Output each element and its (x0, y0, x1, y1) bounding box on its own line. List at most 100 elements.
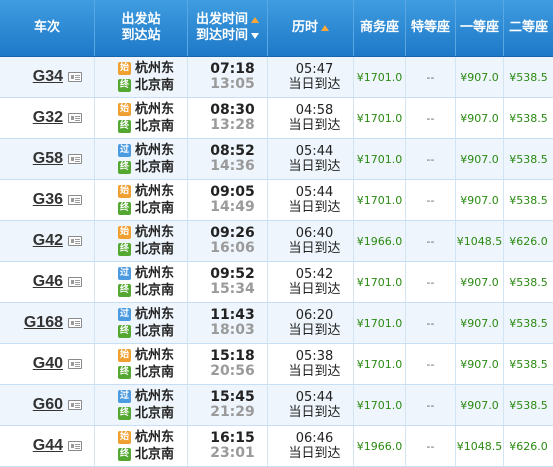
col-train-number: 车次 (0, 0, 95, 56)
col-times[interactable]: 出发时间 到达时间 (188, 0, 268, 56)
arrival-day: 当日到达 (288, 282, 341, 297)
first-class-price-value: ¥1048.5 (456, 234, 503, 248)
train-cell: G40 (0, 344, 95, 384)
sort-departure-time[interactable]: 出发时间 (196, 12, 248, 28)
special-price: -- (406, 262, 456, 302)
id-card-icon[interactable] (68, 441, 82, 451)
time-cell: 07:18 13:05 (188, 57, 268, 97)
id-card-icon[interactable] (68, 154, 82, 164)
arrival-station: 北京南 (134, 78, 174, 93)
terminal-station-badge: 终 (117, 448, 131, 461)
duration-cell: 05:44 当日到达 (268, 385, 354, 425)
train-number-link[interactable]: G36 (33, 191, 63, 209)
train-number-link[interactable]: G60 (33, 396, 63, 414)
second-class-price-value: ¥626.0 (509, 439, 548, 453)
second-class-price-value: ¥538.5 (509, 152, 548, 166)
business-price-value: ¥1701.0 (356, 398, 403, 412)
col-second-class: 二等座 (504, 0, 553, 56)
business-price-value: ¥1701.0 (356, 193, 403, 207)
departure-station-badge: 过 (117, 144, 131, 157)
id-card-icon[interactable] (68, 72, 82, 82)
business-price: ¥1701.0 (354, 57, 406, 97)
special-price: -- (406, 385, 456, 425)
duration-cell: 06:46 当日到达 (268, 426, 354, 466)
arrival-station: 北京南 (134, 283, 174, 298)
departure-station-badge: 过 (117, 390, 131, 403)
id-card-icon[interactable] (68, 195, 82, 205)
business-price-value: ¥1701.0 (356, 111, 403, 125)
table-row[interactable]: G42 始杭州东终北京南 09:26 16:06 06:40 当日到达 ¥1966.0 -- ¥… (0, 221, 553, 262)
train-number-link[interactable]: G34 (33, 68, 63, 86)
train-number-link[interactable]: G32 (33, 109, 63, 127)
first-class-price: ¥907.0 (456, 303, 504, 343)
time-cell: 15:18 20:56 (188, 344, 268, 384)
business-price: ¥1701.0 (354, 385, 406, 425)
arrival-time: 13:05 (210, 76, 255, 92)
table-row[interactable]: G60 过杭州东终北京南 15:45 21:29 05:44 当日到达 ¥1701.0 -- ¥… (0, 385, 553, 426)
second-class-price: ¥538.5 (504, 385, 553, 425)
departure-station-badge: 过 (117, 308, 131, 321)
duration-value: 05:44 (295, 185, 334, 200)
table-row[interactable]: G36 始杭州东终北京南 09:05 14:49 05:44 当日到达 ¥1701.0 -- ¥… (0, 180, 553, 221)
sort-duration[interactable]: 历时 (292, 20, 318, 36)
id-card-icon[interactable] (68, 359, 82, 369)
arrival-station: 北京南 (134, 201, 174, 216)
arrival-day: 当日到达 (288, 159, 341, 174)
train-number-link[interactable]: G168 (24, 314, 63, 332)
first-class-price-value: ¥907.0 (460, 357, 499, 371)
table-row[interactable]: G40 始杭州东终北京南 15:18 20:56 05:38 当日到达 ¥1701.0 -- ¥… (0, 344, 553, 385)
table-row[interactable]: G58 过杭州东终北京南 08:52 14:36 05:44 当日到达 ¥1701.0 -- ¥… (0, 139, 553, 180)
departure-station: 杭州东 (134, 225, 174, 240)
second-class-price-value: ¥538.5 (509, 111, 548, 125)
sort-asc-icon[interactable] (251, 17, 259, 23)
business-price-value: ¥1701.0 (356, 357, 403, 371)
second-class-price: ¥626.0 (504, 221, 553, 261)
special-price: -- (406, 221, 456, 261)
train-number-link[interactable]: G40 (33, 355, 63, 373)
id-card-icon[interactable] (68, 400, 82, 410)
special-price-value: -- (426, 152, 435, 166)
second-class-price: ¥626.0 (504, 426, 553, 466)
duration-cell: 05:38 当日到达 (268, 344, 354, 384)
time-cell: 09:05 14:49 (188, 180, 268, 220)
table-header: 车次 出发站 到达站 出发时间 到达时间 历时 商务座 特等座 一等座 二等座 (0, 0, 553, 57)
table-row[interactable]: G32 始杭州东终北京南 08:30 13:28 04:58 当日到达 ¥1701.0 -- ¥… (0, 98, 553, 139)
train-number-link[interactable]: G46 (33, 273, 63, 291)
col-business-label: 商务座 (359, 20, 399, 35)
business-price: ¥1701.0 (354, 262, 406, 302)
table-row[interactable]: G34 始杭州东终北京南 07:18 13:05 05:47 当日到达 ¥1701.0 -- ¥… (0, 57, 553, 98)
departure-time: 07:18 (210, 61, 255, 77)
special-price-value: -- (426, 111, 435, 125)
sort-desc-icon[interactable] (251, 33, 259, 39)
duration-value: 06:46 (295, 431, 334, 446)
duration-value: 05:42 (295, 267, 334, 282)
arrival-station: 北京南 (134, 160, 174, 175)
train-number-link[interactable]: G42 (33, 232, 63, 250)
station-cell: 过杭州东终北京南 (95, 262, 188, 302)
departure-time: 11:43 (210, 307, 255, 323)
special-price: -- (406, 426, 456, 466)
id-card-icon[interactable] (68, 113, 82, 123)
duration-cell: 05:44 当日到达 (268, 139, 354, 179)
table-row[interactable]: G46 过杭州东终北京南 09:52 15:34 05:42 当日到达 ¥1701.0 -- ¥… (0, 262, 553, 303)
departure-station: 杭州东 (134, 61, 174, 76)
col-duration[interactable]: 历时 (268, 0, 354, 56)
second-class-price: ¥538.5 (504, 262, 553, 302)
station-cell: 始杭州东终北京南 (95, 426, 188, 466)
train-cell: G58 (0, 139, 95, 179)
first-class-price: ¥1048.5 (456, 221, 504, 261)
first-class-price-value: ¥907.0 (460, 152, 499, 166)
sort-asc-icon[interactable] (321, 25, 329, 31)
id-card-icon[interactable] (68, 236, 82, 246)
train-number-link[interactable]: G58 (33, 150, 63, 168)
terminal-station-badge: 终 (117, 202, 131, 215)
sort-arrival-time[interactable]: 到达时间 (196, 28, 248, 44)
arrival-day: 当日到达 (288, 446, 341, 461)
departure-station: 杭州东 (134, 348, 174, 363)
id-card-icon[interactable] (68, 318, 82, 328)
train-number-link[interactable]: G44 (33, 437, 63, 455)
id-card-icon[interactable] (68, 277, 82, 287)
table-row[interactable]: G168 过杭州东终北京南 11:43 18:03 06:20 当日到达 ¥1701.0 --… (0, 303, 553, 344)
duration-cell: 05:42 当日到达 (268, 262, 354, 302)
table-row[interactable]: G44 始杭州东终北京南 16:15 23:01 06:46 当日到达 ¥1966.0 -- ¥… (0, 426, 553, 467)
